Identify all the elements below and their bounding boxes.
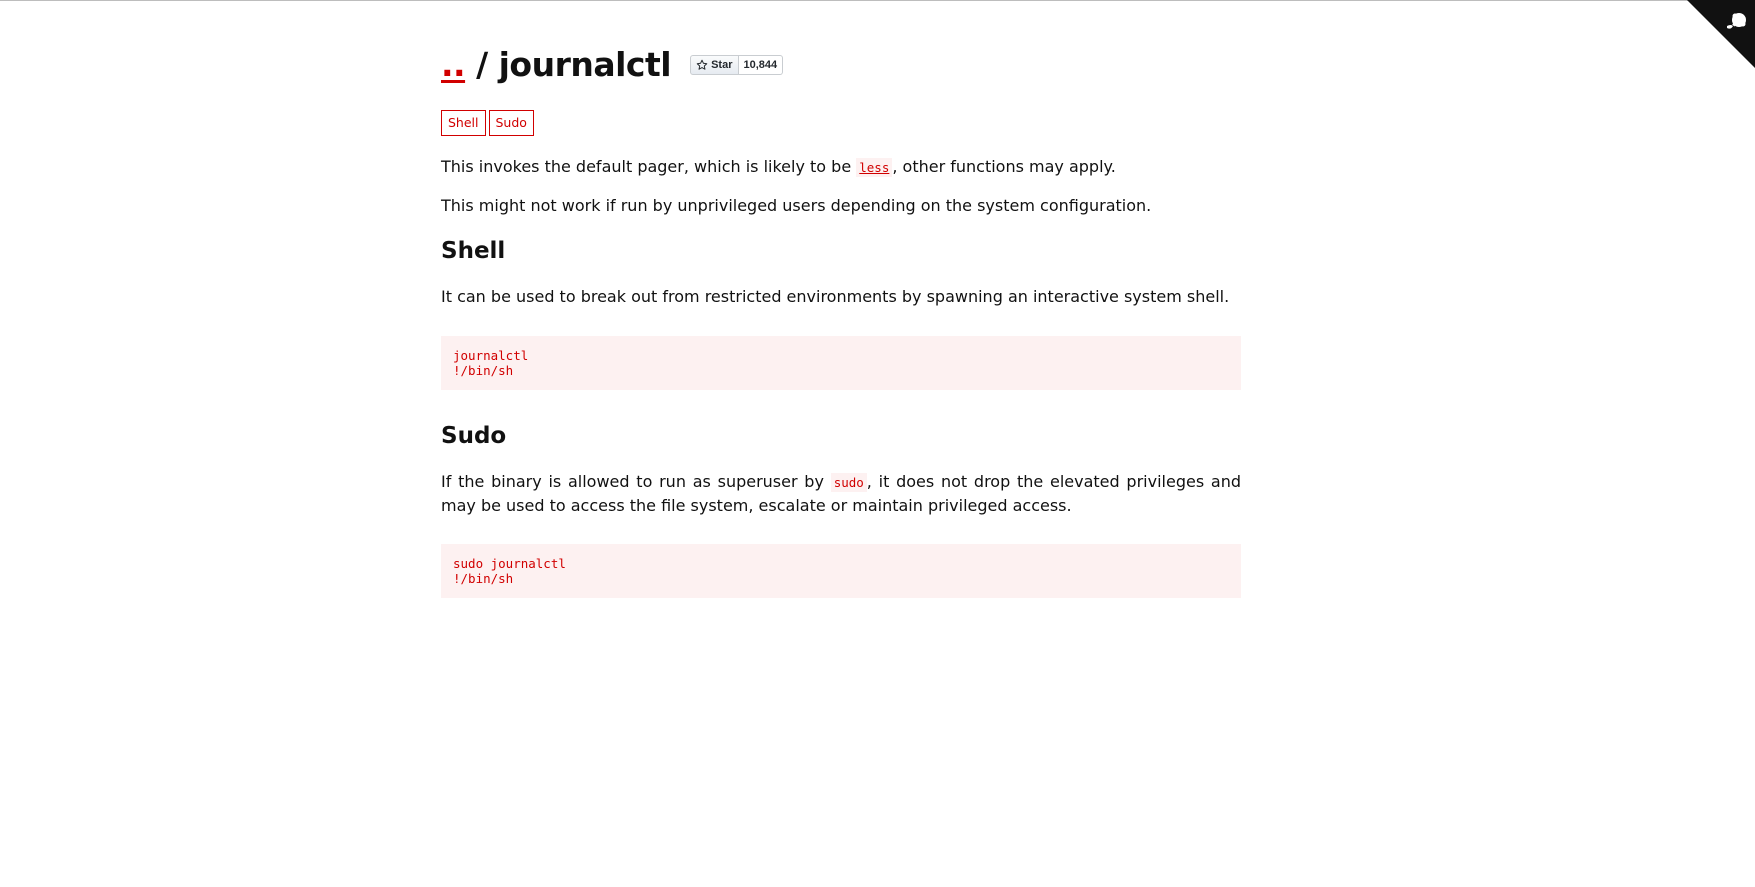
sudo-text-before: If the binary is allowed to run as super… <box>441 472 831 491</box>
less-link[interactable]: less <box>856 158 893 177</box>
title-separator: / <box>465 45 499 84</box>
intro-pager-paragraph: This invokes the default pager, which is… <box>441 155 1241 179</box>
parent-link[interactable]: .. <box>441 45 466 84</box>
intro-privilege-paragraph: This might not work if run by unprivileg… <box>441 196 1152 215</box>
section-heading-sudo: Sudo <box>441 423 507 449</box>
tag-sudo[interactable]: Sudo <box>488 110 534 136</box>
intro-text-after: , other functions may apply. <box>892 157 1116 176</box>
star-icon <box>696 59 708 70</box>
section-heading-shell: Shell <box>441 238 506 264</box>
top-border <box>0 0 1755 1</box>
shell-code-block[interactable]: journalctl !/bin/sh <box>441 336 1241 390</box>
shell-description: It can be used to break out from restric… <box>441 287 1230 306</box>
sudo-inline-code: sudo <box>830 473 867 492</box>
github-corner-icon[interactable] <box>1687 0 1755 68</box>
title-text: journalctl <box>498 45 672 84</box>
star-button[interactable]: Star <box>690 55 739 75</box>
sudo-code-block[interactable]: sudo journalctl !/bin/sh <box>441 544 1241 598</box>
star-count[interactable]: 10,844 <box>738 55 784 75</box>
function-tags: Shell Sudo <box>441 110 534 136</box>
sudo-description: If the binary is allowed to run as super… <box>441 470 1241 517</box>
tag-shell[interactable]: Shell <box>441 110 486 136</box>
intro-text-before: This invokes the default pager, which is… <box>441 157 857 176</box>
github-star-widget: Star 10,844 <box>690 55 784 75</box>
title-row: .. / journalctl Star 10,844 <box>441 40 784 90</box>
page-title: .. / journalctl <box>441 40 672 90</box>
star-label: Star <box>711 59 733 71</box>
